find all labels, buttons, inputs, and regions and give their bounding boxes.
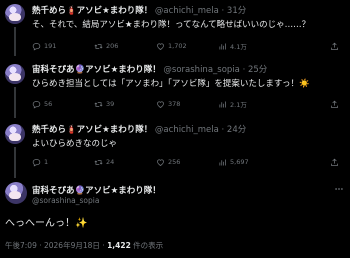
retweet-button[interactable]: 24 [94,156,114,168]
tweet-actions: 1 24 256 5,697 [32,156,342,168]
display-name[interactable]: 熱千めら🧯アソビ★まわり隊！ [32,125,152,135]
tweet-text: ひらめき担当としては「アソまわ」「アソビ隊」を提案いたしますっ！☀️ [32,79,310,89]
views-count: 2.1万 [230,101,247,109]
avatar[interactable] [5,124,25,144]
thread-line [14,87,16,118]
tweet-actions: 191 206 1,702 4.1万 [32,40,342,52]
like-count: 378 [168,100,181,108]
tweet-meta: 午後7:09 · 2026年9月18日 · 1,422 件の表示 [5,240,163,251]
views-label: 件の表示 [130,241,164,250]
handle[interactable]: @sorashina_sopia [32,196,99,205]
tweet-time[interactable]: 25分 [248,65,267,75]
like-button[interactable]: 256 [156,156,180,168]
like-button[interactable]: 1,702 [156,40,187,52]
tweet-time[interactable]: 31分 [227,6,246,16]
avatar[interactable] [5,64,25,84]
tweet-timestamp[interactable]: 午後7:09 · 2026年9月18日 · [5,241,107,250]
display-name[interactable]: 宙科そぴあ🔮アソビ★まわり隊！ [32,65,161,75]
views-count: 1,422 [107,241,131,250]
views-icon [219,43,226,49]
reply-button[interactable]: 56 [32,98,52,110]
handle[interactable]: @achichi_mela [155,125,219,135]
retweet-count: 39 [106,100,115,108]
share-button[interactable] [330,156,339,168]
thread-line [14,27,16,56]
retweet-button[interactable]: 39 [94,98,114,110]
reply-icon [32,100,41,109]
retweet-count: 24 [106,158,115,166]
avatar[interactable] [5,4,25,24]
share-icon [331,158,338,166]
views-icon [219,101,226,107]
like-count: 1,702 [168,42,187,50]
reply-count: 56 [44,100,53,108]
tweet-header: 宙科そぴあ🔮アソビ★まわり隊！ @sorashina_sopia · 25分 [32,65,268,75]
thread-line [14,147,16,178]
reply-icon [32,42,41,51]
tweet-3[interactable]: 熱千めら🧯アソビ★まわり隊！ @achichi_mela · 24分 よいひらめ… [0,118,350,178]
views-button[interactable]: 5,697 [218,156,249,168]
tweet-text: よいひらめきなのじゃ [32,139,118,149]
handle[interactable]: @achichi_mela [155,6,219,16]
tweet-1[interactable]: 熱千めら🧯アソビ★まわり隊！ @achichi_mela · 31分 そ、それで… [0,0,350,56]
avatar[interactable] [5,182,27,204]
heart-icon [157,159,164,166]
retweet-count: 206 [106,42,119,50]
share-icon [331,100,338,108]
like-count: 256 [168,158,181,166]
tweet-text: そ、それで、結局アソビ★まわり隊！ってなんて略せばいいのじゃ……？ [32,20,311,30]
tweet-actions: 56 39 378 2.1万 [32,98,342,110]
reply-count: 191 [44,42,57,50]
display-name[interactable]: 宙科そぴあ🔮アソビ★まわり隊！ [32,184,161,196]
retweet-button[interactable]: 206 [94,40,118,52]
heart-icon [157,43,164,50]
share-icon [331,42,338,50]
views-icon [219,159,226,165]
handle[interactable]: @sorashina_sopia [163,65,239,75]
reply-button[interactable]: 1 [32,156,48,168]
retweet-icon [94,43,103,49]
reply-count: 1 [44,158,49,166]
tweet-header: 熱千めら🧯アソビ★まわり隊！ @achichi_mela · 24分 [32,125,247,135]
retweet-icon [94,101,103,107]
like-button[interactable]: 378 [156,98,180,110]
more-icon[interactable] [334,184,344,194]
share-button[interactable] [330,98,339,110]
share-button[interactable] [330,40,339,52]
heart-icon [157,101,164,108]
reply-icon [32,158,41,167]
views-button[interactable]: 2.1万 [218,98,247,110]
views-count: 4.1万 [230,43,247,51]
tweet-text: へっへーんっ！✨ [5,218,88,229]
tweet-time[interactable]: 24分 [227,125,246,135]
tweet-header: 熱千めら🧯アソビ★まわり隊！ @achichi_mela · 31分 [32,6,247,16]
views-button[interactable]: 4.1万 [218,40,247,52]
reply-button[interactable]: 191 [32,40,56,52]
views-count: 5,697 [230,158,249,166]
tweet-2[interactable]: 宙科そぴあ🔮アソビ★まわり隊！ @sorashina_sopia · 25分 ひ… [0,56,350,118]
display-name[interactable]: 熱千めら🧯アソビ★まわり隊！ [32,6,152,16]
retweet-icon [94,159,103,165]
